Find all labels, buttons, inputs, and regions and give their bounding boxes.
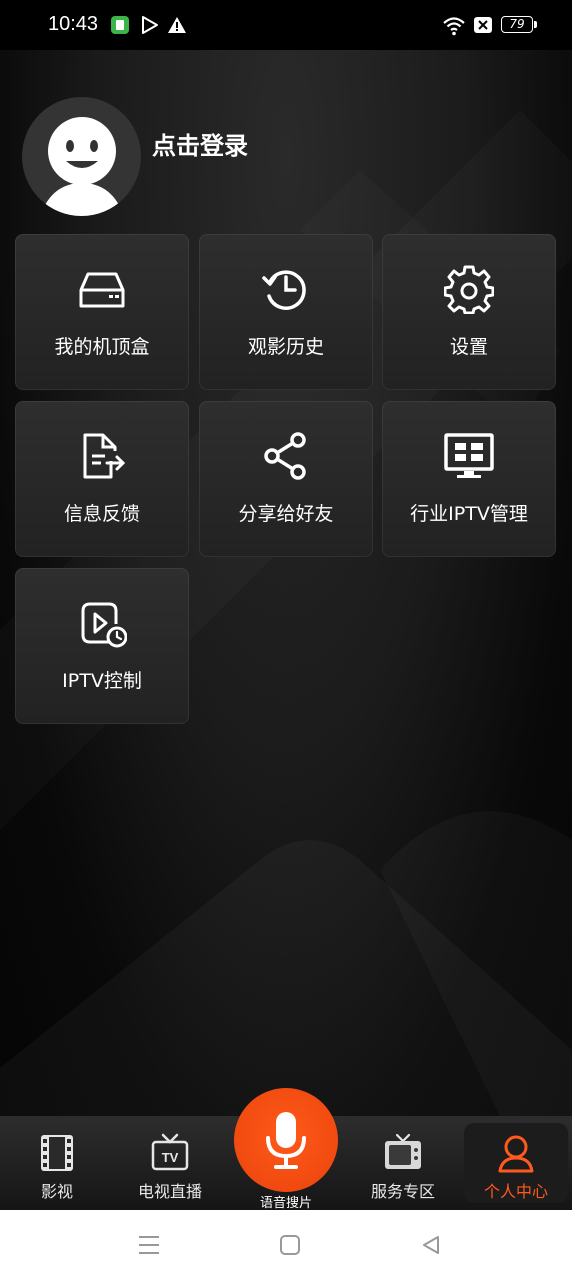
system-nav-bar xyxy=(0,1210,572,1280)
tab-movies[interactable]: 影视 xyxy=(1,1116,113,1210)
tab-label: 电视直播 xyxy=(137,1182,202,1201)
tile-label: 信息反馈 xyxy=(63,503,140,525)
voice-search-button[interactable] xyxy=(234,1088,338,1192)
tile-feedback[interactable]: 信息反馈 xyxy=(15,401,189,557)
tile-label: 分享给好友 xyxy=(238,503,334,525)
tab-services[interactable]: 服务专区 xyxy=(347,1116,459,1210)
tile-my-set-top-box[interactable]: 我的机顶盒 xyxy=(15,234,189,390)
monitor-grid-icon xyxy=(444,433,494,478)
tile-label: 观影历史 xyxy=(247,336,324,358)
tab-label: 服务专区 xyxy=(370,1182,435,1201)
tab-tv-live[interactable]: TV 电视直播 xyxy=(114,1116,226,1210)
svg-text:TV: TV xyxy=(162,1150,179,1165)
film-icon xyxy=(41,1135,73,1171)
tab-label: 个人中心 xyxy=(483,1182,548,1201)
sim-off-icon xyxy=(474,17,492,33)
avatar[interactable] xyxy=(22,97,141,216)
wifi-icon xyxy=(443,17,465,36)
tile-watch-history[interactable]: 观影历史 xyxy=(199,234,373,390)
tile-settings[interactable]: 设置 xyxy=(382,234,556,390)
login-link[interactable]: 点击登录 xyxy=(152,126,248,161)
tile-iptv-management[interactable]: 行业IPTV管理 xyxy=(382,401,556,557)
microphone-icon xyxy=(266,1112,306,1169)
share-icon xyxy=(264,432,306,480)
app-notification-icon xyxy=(111,16,129,34)
tile-iptv-control[interactable]: IPTV控制 xyxy=(15,568,189,724)
voice-search-label: 语音搜片 xyxy=(259,1196,312,1211)
default-avatar-icon xyxy=(40,117,124,216)
back-icon[interactable] xyxy=(420,1234,442,1256)
settings-gear-icon xyxy=(444,265,494,314)
tab-label: 影视 xyxy=(40,1182,73,1201)
tv-live-icon: TV xyxy=(151,1133,189,1171)
status-time: 10:43 xyxy=(48,13,99,35)
status-bar: 10:43 79 xyxy=(0,0,572,50)
history-icon xyxy=(262,270,306,310)
feedback-document-icon xyxy=(83,433,126,479)
battery-level: 79 xyxy=(509,17,525,31)
warning-icon xyxy=(168,17,186,33)
tile-label: 设置 xyxy=(449,336,488,358)
person-icon xyxy=(498,1135,534,1173)
menu-icon[interactable] xyxy=(137,1234,161,1256)
play-notification-icon xyxy=(142,16,158,34)
tile-label: 行业IPTV管理 xyxy=(410,503,528,525)
play-clock-icon xyxy=(81,602,127,648)
battery-indicator: 79 xyxy=(501,16,533,33)
tile-share[interactable]: 分享给好友 xyxy=(199,401,373,557)
main-content: 点击登录 我的机顶盒 观影历史 设置 信息反馈 分享给好友 行业IPTV管理 I… xyxy=(0,50,572,1116)
set-top-box-icon xyxy=(79,272,125,308)
tab-personal-center[interactable]: 个人中心 xyxy=(464,1123,568,1203)
battery-tip xyxy=(534,21,537,28)
tile-label: IPTV控制 xyxy=(62,670,142,692)
tile-label: 我的机顶盒 xyxy=(54,336,150,358)
retro-tv-icon xyxy=(385,1133,421,1169)
home-icon[interactable] xyxy=(279,1234,301,1256)
